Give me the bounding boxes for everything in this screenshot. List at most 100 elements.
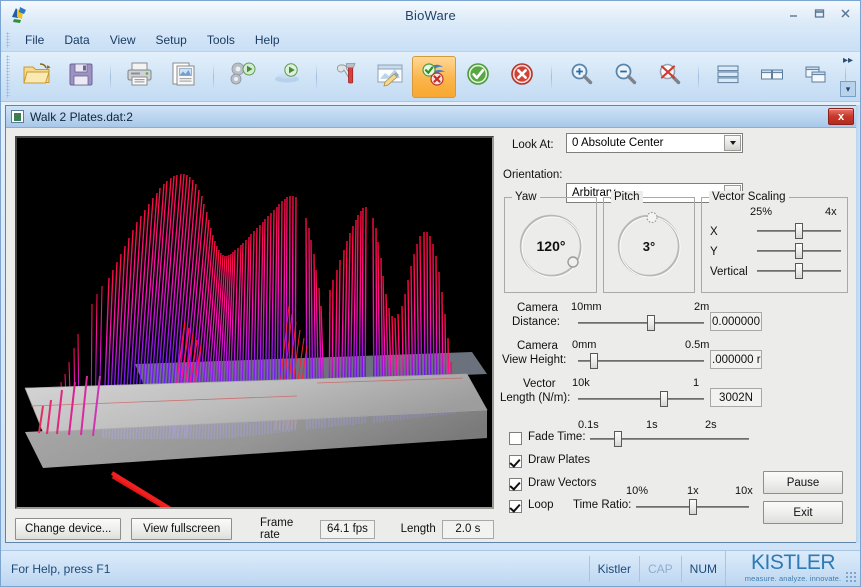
fade-time-slider[interactable]	[590, 431, 749, 447]
toolbar-drag-grip[interactable]	[6, 55, 10, 98]
camera-view-height-slider[interactable]	[578, 353, 704, 369]
vector-length-slider[interactable]	[578, 391, 704, 407]
menu-item-data[interactable]: Data	[54, 31, 99, 49]
camera-distance-slider[interactable]	[578, 315, 704, 331]
vector-scaling-x-slider[interactable]	[757, 223, 841, 239]
status-cell-kistler: Kistler	[588, 555, 639, 582]
toolbar-expand-chevron-icon[interactable]: ▸▸	[843, 56, 853, 66]
slider-thumb[interactable]	[590, 353, 598, 369]
status-help-text: For Help, press F1	[11, 561, 111, 576]
control-panel: Look At: 0 Absolute Center Orientation: …	[500, 128, 855, 542]
slider-thumb[interactable]	[689, 499, 697, 515]
draw-vectors-checkbox[interactable]	[509, 478, 522, 491]
camera-view-height-value[interactable]: .000000 r	[710, 350, 762, 369]
close-icon[interactable]	[837, 5, 854, 21]
maximize-icon[interactable]	[811, 5, 828, 21]
frame-rate-label: Frame rate	[259, 517, 294, 541]
window-title: BioWare	[405, 7, 456, 23]
vector-scaling-min-label: 25%	[750, 206, 773, 218]
chevron-down-icon[interactable]	[724, 135, 741, 151]
change-device-button[interactable]: Change device...	[15, 518, 122, 540]
toolbar-cascade-button[interactable]	[794, 56, 838, 98]
toolbar-edit-graph-button[interactable]	[368, 56, 412, 98]
toolbar-accept-button[interactable]	[456, 56, 500, 98]
change-device-label: Change device...	[25, 523, 112, 535]
kistler-tagline: measure. analyze. innovate.	[744, 573, 842, 583]
fade-time-tick-1: 1s	[646, 419, 658, 431]
edit-graph-icon	[375, 60, 405, 93]
minimize-icon[interactable]	[785, 5, 802, 21]
toolbar-print-button[interactable]	[118, 56, 162, 98]
toolbar-zoom-in-button[interactable]	[559, 56, 603, 98]
camera-view-height-max-label: 0.5m	[685, 339, 710, 351]
toolbar-process-button[interactable]	[221, 56, 265, 98]
view-fullscreen-button[interactable]: View fullscreen	[131, 518, 232, 540]
fade-time-checkbox[interactable]	[509, 432, 522, 445]
menu-drag-grip[interactable]	[6, 32, 10, 48]
play-icon	[272, 60, 302, 93]
camera-distance-value[interactable]: 0.000000	[710, 312, 762, 331]
menu-item-tools[interactable]: Tools	[197, 31, 245, 49]
fade-time-label: Fade Time:	[528, 431, 586, 443]
toolbar-save-button[interactable]	[59, 56, 103, 98]
exit-button[interactable]: Exit	[763, 501, 843, 524]
yaw-dial[interactable]: 120°	[515, 210, 587, 282]
menu-item-file[interactable]: File	[15, 31, 54, 49]
slider-thumb[interactable]	[795, 263, 803, 279]
time-ratio-slider[interactable]	[636, 499, 749, 515]
pause-button[interactable]: Pause	[763, 471, 843, 494]
vector-scaling-vertical-slider[interactable]	[757, 263, 841, 279]
camera-distance-max-label: 2m	[694, 301, 710, 313]
toolbar-zoom-out-button[interactable]	[603, 56, 647, 98]
toolbar-validate-toggle-button[interactable]	[412, 55, 456, 98]
toolbar-separator	[110, 63, 111, 90]
length-label: Length	[400, 523, 436, 535]
slider-thumb[interactable]	[614, 431, 622, 447]
loop-checkbox[interactable]	[509, 500, 522, 513]
kistler-logo: KISTLER measure. analyze. innovate.	[725, 550, 860, 586]
document-icon	[11, 110, 24, 123]
time-ratio-label: Time Ratio:	[573, 499, 632, 511]
toolbar-tile-vertical-button[interactable]	[750, 56, 794, 98]
vector-scaling-y-slider[interactable]	[757, 243, 841, 259]
yaw-title: Yaw	[512, 191, 540, 203]
mdi-right-edge	[856, 105, 860, 543]
toolbar-overflow-icon[interactable]: ▾	[840, 81, 856, 97]
3d-viewport[interactable]	[15, 136, 494, 509]
vector-length-value[interactable]: 3002N	[710, 388, 762, 407]
tile-horizontal-icon	[715, 63, 741, 90]
draw-plates-checkbox[interactable]	[509, 455, 522, 468]
process-run-icon	[228, 60, 258, 93]
accept-icon	[464, 60, 492, 93]
slider-track	[578, 322, 704, 324]
slider-thumb[interactable]	[647, 315, 655, 331]
toolbar-report-button[interactable]	[162, 56, 206, 98]
toolbar-tools-button[interactable]	[324, 56, 368, 98]
vector-scaling-group: Vector Scaling 25% 4x X Y Vertical	[701, 191, 848, 293]
menu-item-help[interactable]: Help	[245, 31, 290, 49]
resize-grip[interactable]	[845, 571, 857, 583]
toolbar-open-button[interactable]	[15, 56, 59, 98]
pitch-title: Pitch	[611, 191, 643, 203]
slider-thumb[interactable]	[660, 391, 668, 407]
toolbar-tile-horizontal-button[interactable]	[706, 56, 750, 98]
toolbar-overflow[interactable]: ▸▸ ▾	[840, 56, 856, 97]
menu-item-setup[interactable]: Setup	[146, 31, 197, 49]
slider-thumb[interactable]	[795, 243, 803, 259]
toolbar-zoom-reset-button[interactable]	[647, 56, 691, 98]
toolbar-play-button[interactable]	[265, 56, 309, 98]
toolbar-reject-button[interactable]	[500, 56, 544, 98]
time-ratio-tick-1: 1x	[687, 485, 699, 497]
document-close-button[interactable]: x	[828, 108, 854, 125]
open-icon	[22, 60, 52, 93]
pitch-dial[interactable]: 3°	[613, 210, 685, 282]
tools-icon	[332, 60, 360, 93]
tile-vertical-icon	[759, 63, 785, 90]
menu-item-view[interactable]: View	[100, 31, 146, 49]
slider-thumb[interactable]	[795, 223, 803, 239]
look-at-combobox[interactable]: 0 Absolute Center	[566, 133, 743, 153]
camera-distance-min-label: 10mm	[571, 301, 602, 313]
menu-bar: File Data View Setup Tools Help	[1, 29, 860, 52]
document-body: Change device... View fullscreen Frame r…	[6, 128, 857, 542]
view-fullscreen-label: View fullscreen	[143, 523, 221, 535]
